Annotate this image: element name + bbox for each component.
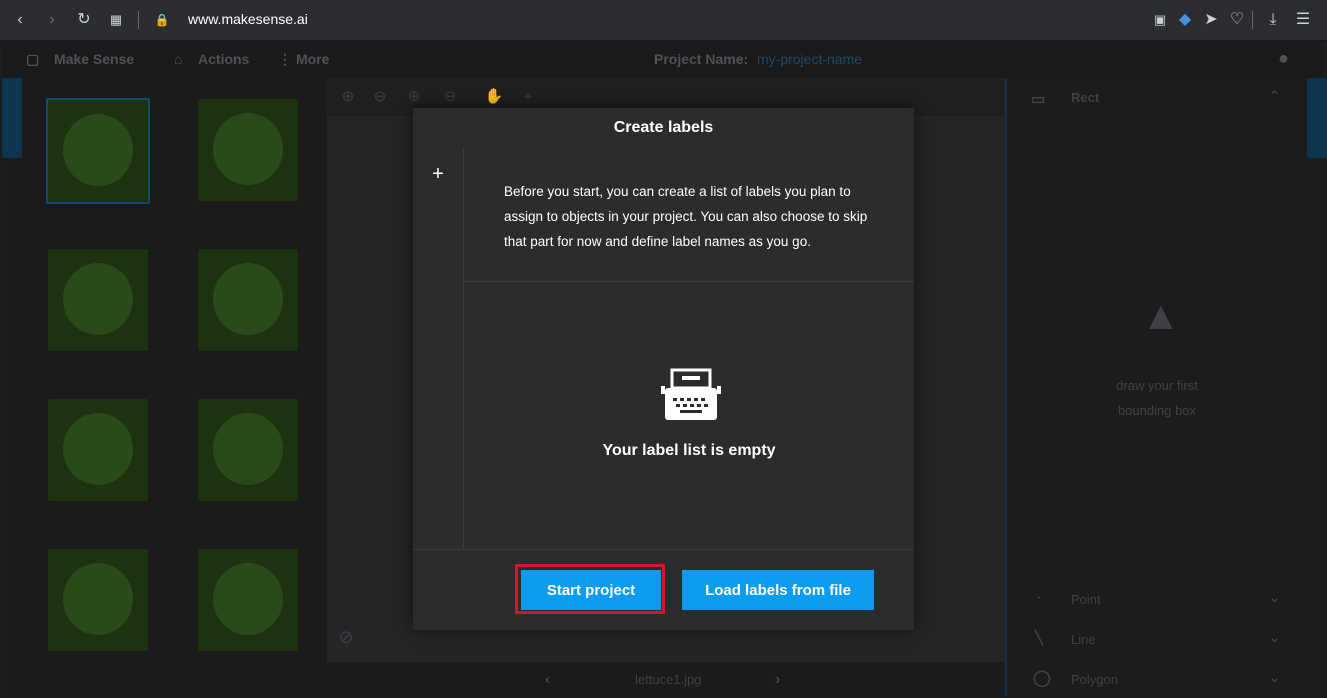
shield-icon[interactable]: ◆ xyxy=(1173,8,1197,32)
image-thumbnail[interactable] xyxy=(198,549,298,651)
divider xyxy=(1252,11,1253,29)
rect-tab-label[interactable]: Rect xyxy=(1071,90,1099,105)
modal-title: Create labels xyxy=(613,119,714,136)
hand-icon[interactable]: ✋ xyxy=(483,86,505,108)
info-text: Before you start, you can create a list … xyxy=(504,184,868,249)
load-labels-button[interactable]: Load labels from file xyxy=(682,570,874,610)
camera-icon[interactable]: ▣ xyxy=(1148,8,1172,32)
image-thumbnail[interactable] xyxy=(198,99,298,201)
previous-image-icon[interactable]: ‹ xyxy=(545,671,550,689)
image-thumbnail[interactable] xyxy=(46,98,150,204)
browser-toolbar: ‹ › ↻ ▦ 🔒 www.makesense.ai ▣ ◆ ➤ ♡ ⤓ ☰ xyxy=(0,0,1327,41)
image-navigation: ‹ lettuce1.jpg › xyxy=(327,662,1005,696)
info-section: Before you start, you can create a list … xyxy=(464,149,914,282)
cancel-icon[interactable]: ⊘ xyxy=(335,626,357,648)
rect-icon: ▭ xyxy=(1031,91,1046,108)
modal-footer: Start project Load labels from file xyxy=(413,549,914,630)
chevron-down-icon[interactable]: ⌄ xyxy=(1269,630,1280,646)
address-bar[interactable]: www.makesense.ai xyxy=(188,11,308,27)
download-icon[interactable]: ⤓ xyxy=(1261,8,1285,32)
github-icon[interactable]: ● xyxy=(1278,48,1289,69)
line-tab-label[interactable]: Line xyxy=(1071,632,1096,647)
image-thumbnail[interactable] xyxy=(48,549,148,651)
send-icon[interactable]: ➤ xyxy=(1199,8,1223,32)
line-icon: ╲ xyxy=(1035,630,1043,645)
crosshair-icon[interactable]: ⌖ xyxy=(517,86,539,108)
point-tab-label[interactable]: Point xyxy=(1071,592,1101,607)
create-labels-modal: Create labels + Before you start, you ca… xyxy=(413,108,914,630)
empty-state: Your label list is empty xyxy=(464,282,914,549)
placeholder-line-2: bounding box xyxy=(1117,403,1197,418)
project-name-input[interactable]: my-project-name xyxy=(757,51,862,67)
typewriter-icon xyxy=(661,368,721,420)
project-name-label: Project Name: xyxy=(654,51,749,67)
modal-side-column: + xyxy=(413,149,464,549)
polygon-icon: ◯ xyxy=(1033,670,1051,687)
placeholder-line-1: draw your first xyxy=(1116,378,1198,393)
labels-side-tab[interactable] xyxy=(1307,78,1327,158)
zoom-out-icon[interactable]: ⊖ xyxy=(369,86,391,108)
zoom-in-icon[interactable]: ⊕ xyxy=(337,86,359,108)
labels-panel: ▭ Rect ⌃ ▲ draw your first bounding box … xyxy=(1005,78,1327,696)
divider xyxy=(138,11,139,29)
more-icon: ⋮ xyxy=(278,51,292,67)
settings-sliders-icon[interactable]: ☰ xyxy=(1291,8,1315,32)
image-name: lettuce1.jpg xyxy=(635,672,702,687)
image-thumbnail[interactable] xyxy=(48,249,148,351)
start-project-button[interactable]: Start project xyxy=(521,570,661,610)
reload-icon[interactable]: ↻ xyxy=(72,8,96,32)
heart-icon[interactable]: ♡ xyxy=(1225,8,1249,32)
forward-icon[interactable]: › xyxy=(40,8,64,32)
tabs-grid-icon[interactable]: ▦ xyxy=(104,8,128,32)
empty-list-message: Your label list is empty xyxy=(602,442,776,459)
logo-icon: ▢ xyxy=(26,51,40,67)
actions-icon: ⌂ xyxy=(174,51,183,67)
chevron-up-icon[interactable]: ⌃ xyxy=(1269,88,1280,104)
more-menu[interactable]: More xyxy=(296,51,329,67)
lock-icon: 🔒 xyxy=(154,13,170,27)
image-thumbnail[interactable] xyxy=(198,249,298,351)
brand-name: Make Sense xyxy=(54,51,135,67)
images-panel xyxy=(2,78,327,696)
zoom-fit-icon[interactable]: ⊕ xyxy=(403,86,425,108)
polygon-tab-label[interactable]: Polygon xyxy=(1071,672,1118,687)
image-thumbnail[interactable] xyxy=(48,399,148,501)
image-thumbnail[interactable] xyxy=(198,399,298,501)
back-icon[interactable]: ‹ xyxy=(8,8,32,32)
chevron-down-icon[interactable]: ⌄ xyxy=(1269,670,1280,686)
top-navigation: ▢ Make Sense ⌂ Actions ⋮ More Project Na… xyxy=(2,40,1323,79)
chevron-down-icon[interactable]: ⌄ xyxy=(1269,590,1280,606)
add-label-icon[interactable]: + xyxy=(427,163,449,185)
rocket-icon: ▲ xyxy=(1141,294,1181,338)
point-icon: · xyxy=(1037,590,1042,605)
zoom-max-icon[interactable]: ⊖ xyxy=(439,86,461,108)
modal-header: Create labels xyxy=(413,108,914,150)
actions-menu[interactable]: Actions xyxy=(198,51,249,67)
next-image-icon[interactable]: › xyxy=(775,671,780,689)
images-side-tab[interactable] xyxy=(2,78,22,158)
